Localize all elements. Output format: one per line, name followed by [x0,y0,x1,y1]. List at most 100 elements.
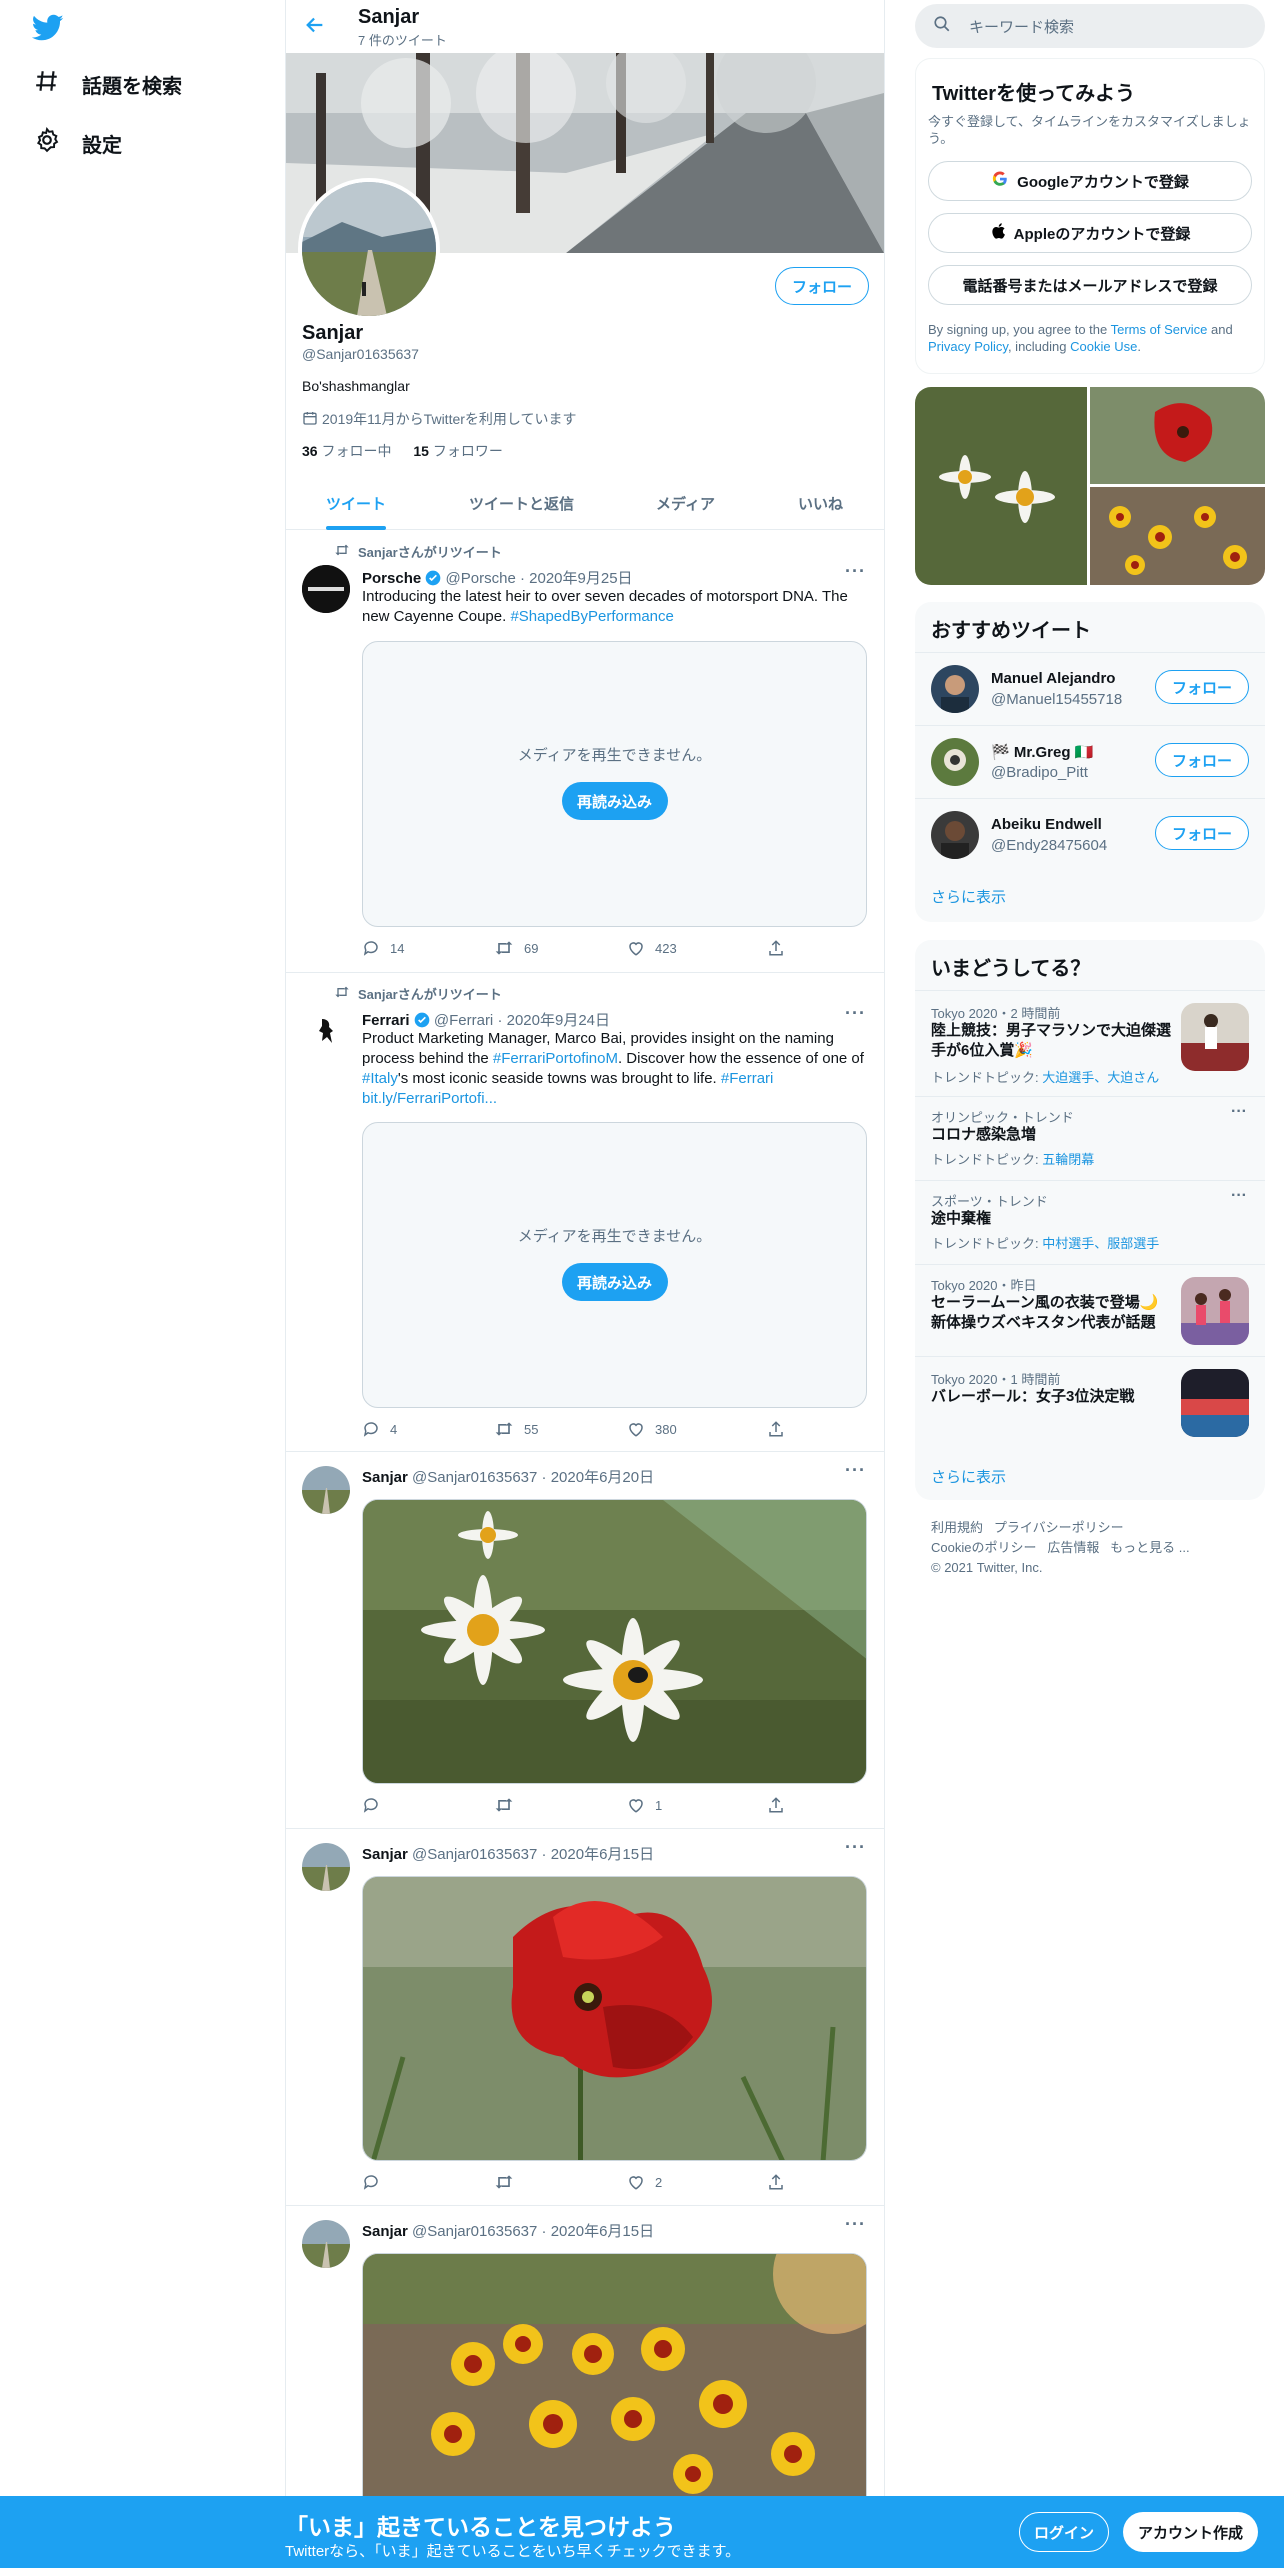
tab-tweets[interactable]: ツイート [326,493,386,514]
reply-button[interactable] [362,2173,390,2191]
cookie-link[interactable]: Cookie Use [1070,339,1137,354]
footer-ads-link[interactable]: 広告情報 [1047,1540,1099,1555]
tweet-date[interactable]: 2020年9月25日 [529,570,632,587]
tab-media[interactable]: メディア [656,493,715,514]
footer-privacy-link[interactable]: プライバシーポリシー [994,1520,1124,1535]
footer-cookie-link[interactable]: Cookieのポリシー [931,1540,1036,1555]
retweet-button[interactable] [494,1796,524,1814]
avatar[interactable] [931,665,979,713]
tweet[interactable]: Sanjar @Sanjar01635637 · 2020年6月20日 ··· [286,1452,884,1829]
hashtag-link[interactable]: #ShapedByPerformance [510,608,673,625]
reload-button[interactable]: 再読み込み [561,782,668,820]
trend-item[interactable]: Tokyo 2020・1 時間前 バレーボール：女子3位決定戦 [915,1356,1265,1440]
tab-tweets-replies[interactable]: ツイートと返信 [469,493,574,514]
url-link[interactable]: bit.ly/FerrariPortofi... [362,1090,497,1107]
avatar[interactable] [302,1007,350,1055]
trend-sub-link[interactable]: 中村選手、服部選手 [1042,1236,1159,1251]
tweet[interactable]: Sanjar @Sanjar01635637 · 2020年6月15日 ··· [286,2206,884,2513]
nav-settings[interactable]: 設定 [34,126,122,159]
follow-button[interactable]: フォロー [1155,816,1249,850]
tab-likes[interactable]: いいね [798,493,843,514]
follow-suggestion[interactable]: Abeiku Endwell @Endy28475604 フォロー [915,798,1265,871]
tweet-author-name[interactable]: Porsche [362,570,421,587]
more-options-icon[interactable]: ··· [1231,1187,1247,1205]
more-options-icon[interactable]: ··· [845,1460,866,1481]
trend-item[interactable]: Tokyo 2020・2 時間前 陸上競技：男子マラソンで大迫傑選手が6位入賞🎉… [915,990,1265,1096]
create-account-button[interactable]: アカウント作成 [1123,2512,1258,2552]
tweet-photo[interactable] [362,1499,867,1784]
trend-item[interactable]: オリンピック・トレンド コロナ感染急増 トレンドトピック: 五輪閉幕 ··· [915,1096,1265,1180]
trend-item[interactable]: スポーツ・トレンド 途中棄権 トレンドトピック: 中村選手、服部選手 ··· [915,1180,1265,1264]
followers-link[interactable]: 15 フォロワー [413,443,502,459]
avatar[interactable] [931,811,979,859]
hashtag-link[interactable]: #Italy [362,1070,398,1087]
tweet-author-name[interactable]: Sanjar [362,1469,408,1486]
retweet-button[interactable] [494,2173,524,2191]
like-button[interactable]: 380 [627,1420,677,1438]
phone-email-signup-button[interactable]: 電話番号またはメールアドレスで登録 [928,265,1252,305]
avatar[interactable] [302,565,350,613]
following-link[interactable]: 36 フォロー中 [302,443,391,459]
trend-item[interactable]: Tokyo 2020・昨日 セーラームーン風の衣装で登場🌙 新体操ウズベキスタン… [915,1264,1265,1356]
like-button[interactable]: 1 [627,1796,662,1814]
profile-avatar[interactable] [298,178,440,320]
more-options-icon[interactable]: ··· [1231,1103,1247,1121]
tweet-date[interactable]: 2020年6月15日 [551,1846,654,1863]
more-options-icon[interactable]: ··· [845,1837,866,1858]
tweet[interactable]: Sanjar @Sanjar01635637 · 2020年6月15日 ··· … [286,1829,884,2206]
reload-button[interactable]: 再読み込み [561,1263,668,1301]
trend-sub-link[interactable]: 五輪閉幕 [1042,1152,1094,1167]
share-icon[interactable] [767,939,795,957]
tweet-date[interactable]: 2020年6月15日 [551,2223,654,2240]
tweet-author-name[interactable]: Sanjar [362,2223,408,2240]
tweet-date[interactable]: 2020年9月24日 [507,1012,610,1029]
hashtag-link[interactable]: #Ferrari [721,1070,774,1087]
tweet[interactable]: Sanjarさんがリツイート Porsche @Porsche · 2020年9… [286,531,884,973]
avatar[interactable] [931,738,979,786]
back-arrow-icon[interactable] [304,14,326,41]
follow-button[interactable]: フォロー [1155,743,1249,777]
more-options-icon[interactable]: ··· [845,561,866,582]
follow-suggestion[interactable]: Manuel Alejandro @Manuel15455718 フォロー [915,652,1265,725]
profile-follow-button[interactable]: フォロー [775,267,869,305]
search-box[interactable]: キーワード検索 [915,4,1265,48]
google-signup-button[interactable]: Googleアカウントで登録 [928,161,1252,201]
tweet-author-name[interactable]: Sanjar [362,1846,408,1863]
footer-more-link[interactable]: もっと見る ... [1110,1540,1189,1555]
avatar[interactable] [302,1466,350,1514]
search-input[interactable]: キーワード検索 [969,16,1074,37]
share-icon[interactable] [767,1796,795,1814]
reply-button[interactable] [362,1796,390,1814]
more-options-icon[interactable]: ··· [845,2214,866,2235]
follow-button[interactable]: フォロー [1155,670,1249,704]
footer-terms-link[interactable]: 利用規約 [931,1520,983,1535]
reply-button[interactable]: 4 [362,1420,397,1438]
retweet-button[interactable]: 69 [494,939,538,957]
trends-show-more[interactable]: さらに表示 [931,1466,1006,1487]
more-options-icon[interactable]: ··· [845,1003,866,1024]
avatar[interactable] [302,2220,350,2268]
twitter-logo-icon[interactable] [31,14,64,47]
like-button[interactable]: 423 [627,939,677,957]
apple-signup-button[interactable]: Appleのアカウントで登録 [928,213,1252,253]
retweet-button[interactable]: 55 [494,1420,538,1438]
trend-sub-link[interactable]: 大迫選手、大迫さん [1042,1070,1159,1085]
login-button[interactable]: ログイン [1019,2512,1109,2552]
reply-button[interactable]: 14 [362,939,404,957]
tweet-photo[interactable] [362,1876,867,2161]
who-to-follow-show-more[interactable]: さらに表示 [931,886,1006,907]
privacy-link[interactable]: Privacy Policy [928,339,1008,354]
terms-link[interactable]: Terms of Service [1111,322,1208,337]
share-icon[interactable] [767,1420,795,1438]
hashtag-link[interactable]: #FerrariPortofinoM [493,1050,618,1067]
media-grid[interactable] [915,387,1265,585]
tweet-author-name[interactable]: Ferrari [362,1012,410,1029]
tweet-date[interactable]: 2020年6月20日 [551,1469,654,1486]
tweet[interactable]: Sanjarさんがリツイート Ferrari @Ferrari · 2020年9… [286,973,884,1452]
avatar[interactable] [302,1843,350,1891]
like-button[interactable]: 2 [627,2173,662,2191]
tweet-photo[interactable] [362,2253,867,2513]
follow-suggestion[interactable]: 🏁 Mr.Greg 🇮🇹 @Bradipo_Pitt フォロー [915,725,1265,798]
share-icon[interactable] [767,2173,795,2191]
nav-explore[interactable]: 話題を検索 [34,68,182,100]
